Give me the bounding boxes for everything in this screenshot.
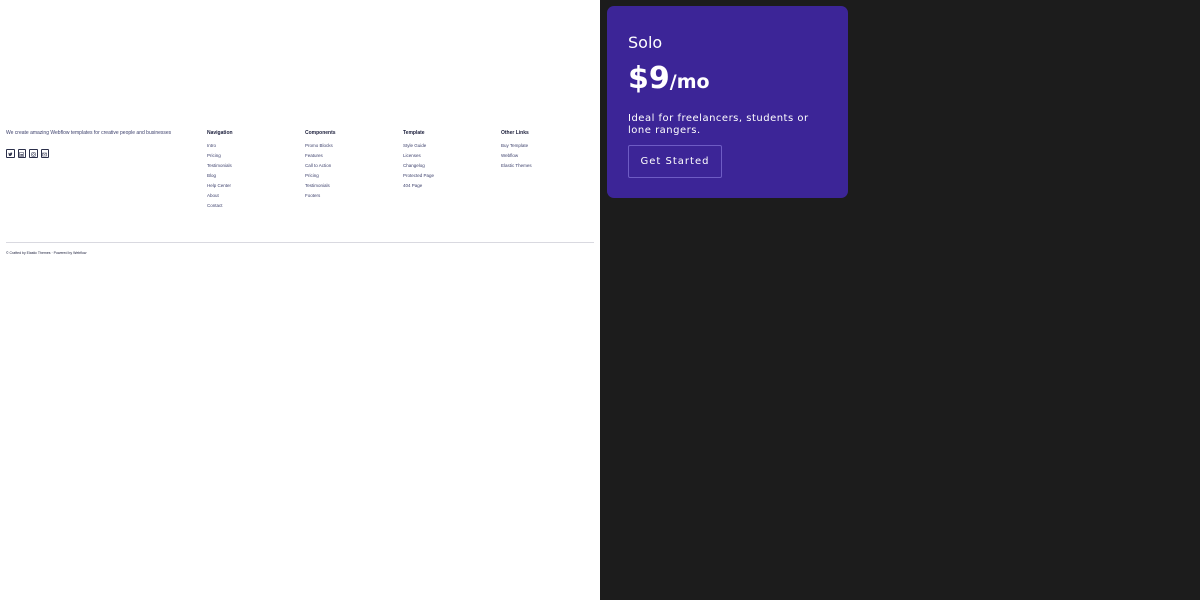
- footer-link-intro[interactable]: Intro: [207, 143, 297, 148]
- twitter-link[interactable]: [6, 149, 15, 158]
- footer-link-contact[interactable]: Contact: [207, 203, 297, 208]
- email-icon: [42, 144, 47, 162]
- brand-description: We create amazing Webflow templates for …: [6, 130, 172, 136]
- column-heading: Navigation: [207, 130, 233, 136]
- footer-link-testimonials[interactable]: Testimonials: [207, 163, 297, 168]
- footer-link-protected-page[interactable]: Protected Page: [403, 173, 493, 178]
- footer-link-pricing[interactable]: Pricing: [207, 153, 297, 158]
- footer-link-pricing-component[interactable]: Pricing: [305, 173, 395, 178]
- price-amount: $9: [628, 61, 670, 96]
- email-link[interactable]: [40, 149, 49, 158]
- footer-link-call-to-action[interactable]: Call to Action: [305, 163, 395, 168]
- footer-link-licenses[interactable]: Licenses: [403, 153, 493, 158]
- column-heading: Components: [305, 130, 336, 136]
- plan-description: Ideal for freelancers, students or lone …: [628, 113, 809, 136]
- footer-column-components: Components Promo Blocks Features Call to…: [305, 130, 395, 203]
- pricing-card: Solo $9/mo Ideal for freelancers, studen…: [607, 6, 848, 198]
- footer-link-promo-blocks[interactable]: Promo Blocks: [305, 143, 395, 148]
- footer-link-webflow[interactable]: Webflow: [501, 153, 591, 158]
- column-heading: Template: [403, 130, 425, 136]
- social-links: [6, 149, 49, 158]
- footer-link-testimonials-component[interactable]: Testimonials: [305, 183, 395, 188]
- footer-link-style-guide[interactable]: Style Guide: [403, 143, 493, 148]
- footer-column-other-links: Other Links Buy Template Webflow Elastic…: [501, 130, 591, 173]
- linkedin-link[interactable]: [17, 149, 26, 158]
- plan-price: $9/mo: [628, 62, 710, 100]
- footer-link-404-page[interactable]: 404 Page: [403, 183, 493, 188]
- get-started-button[interactable]: Get Started: [628, 145, 722, 178]
- footer-divider: [6, 242, 594, 243]
- footer-column-navigation: Navigation Intro Pricing Testimonials Bl…: [207, 130, 297, 213]
- footer-link-changelog[interactable]: Changelog: [403, 163, 493, 168]
- dark-panel: Solo $9/mo Ideal for freelancers, studen…: [600, 0, 1200, 600]
- footer-link-about[interactable]: About: [207, 193, 297, 198]
- linkedin-icon: [19, 144, 24, 162]
- plan-name: Solo: [628, 33, 663, 52]
- footer-column-template: Template Style Guide Licenses Changelog …: [403, 130, 493, 193]
- instagram-icon: [31, 144, 36, 162]
- instagram-link[interactable]: [29, 149, 38, 158]
- footer-link-features[interactable]: Features: [305, 153, 395, 158]
- price-period: /mo: [669, 71, 710, 93]
- twitter-icon: [8, 144, 13, 162]
- footer-link-blog[interactable]: Blog: [207, 173, 297, 178]
- copyright-text: © Crafted by Elastic Themes · Powered by…: [6, 251, 87, 255]
- footer-link-footers[interactable]: Footers: [305, 193, 395, 198]
- footer-link-buy-template[interactable]: Buy Template: [501, 143, 591, 148]
- footer-link-elastic-themes[interactable]: Elastic Themes: [501, 163, 591, 168]
- footer-section: We create amazing Webflow templates for …: [0, 0, 600, 600]
- column-heading: Other Links: [501, 130, 529, 136]
- footer-link-help-center[interactable]: Help Center: [207, 183, 297, 188]
